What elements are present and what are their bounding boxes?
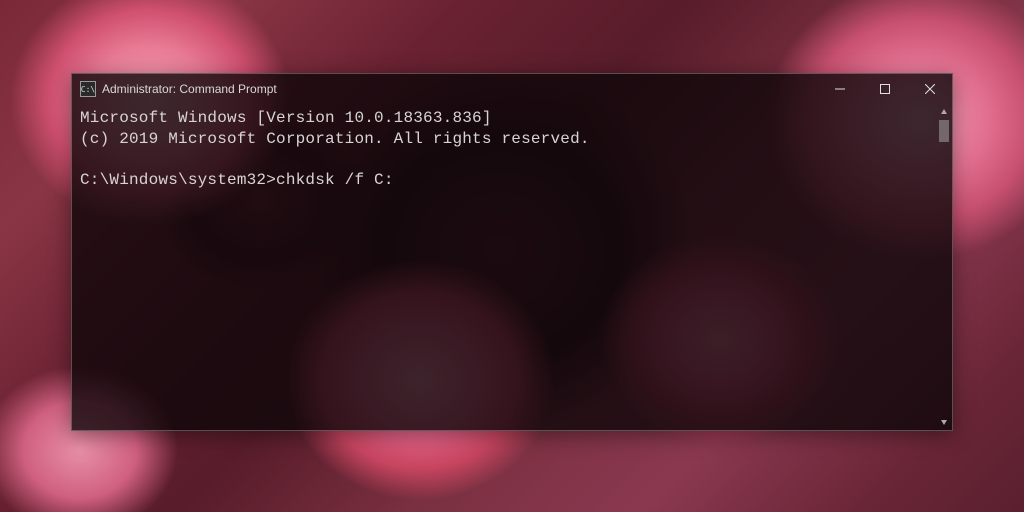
terminal-body[interactable]: Microsoft Windows [Version 10.0.18363.83… <box>72 104 952 430</box>
copyright-line: (c) 2019 Microsoft Corporation. All righ… <box>80 130 590 148</box>
scroll-thumb[interactable] <box>939 120 949 142</box>
command-prompt-window: C:\ Administrator: Command Prompt Micros… <box>71 73 953 431</box>
version-line: Microsoft Windows [Version 10.0.18363.83… <box>80 109 492 127</box>
scroll-track[interactable] <box>936 120 952 414</box>
minimize-icon <box>835 84 845 94</box>
cmd-icon: C:\ <box>80 81 96 97</box>
maximize-button[interactable] <box>862 74 907 104</box>
window-title: Administrator: Command Prompt <box>102 82 277 96</box>
close-icon <box>925 84 935 94</box>
chevron-down-icon <box>940 418 948 426</box>
minimize-button[interactable] <box>817 74 862 104</box>
close-button[interactable] <box>907 74 952 104</box>
title-left: C:\ Administrator: Command Prompt <box>80 81 277 97</box>
window-controls <box>817 74 952 104</box>
maximize-icon <box>880 84 890 94</box>
scrollbar[interactable] <box>936 104 952 430</box>
chevron-up-icon <box>940 108 948 116</box>
scroll-down-button[interactable] <box>936 414 952 430</box>
scroll-up-button[interactable] <box>936 104 952 120</box>
prompt-text: C:\Windows\system32> <box>80 171 276 189</box>
command-text: chkdsk /f C: <box>276 171 394 189</box>
titlebar[interactable]: C:\ Administrator: Command Prompt <box>72 74 952 104</box>
